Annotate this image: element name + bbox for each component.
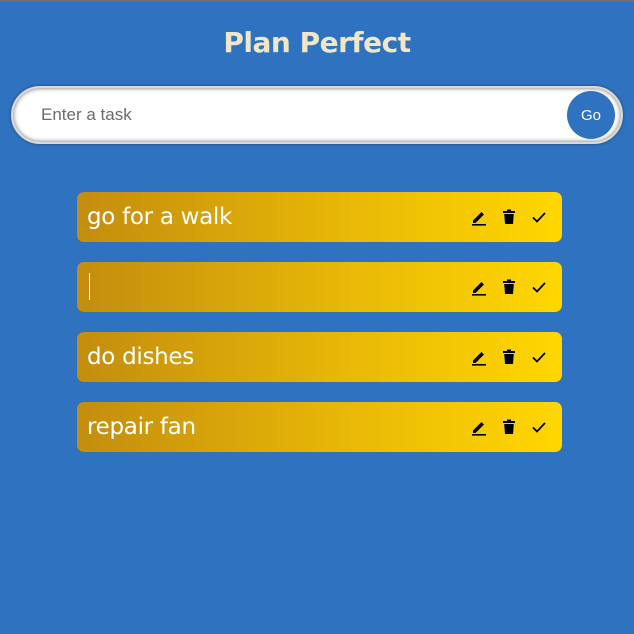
task-text[interactable]: do dishes [87,342,194,372]
pencil-icon[interactable] [470,278,488,296]
task-text[interactable]: repair fan [87,412,196,442]
task-actions [470,415,548,439]
go-button[interactable]: Go [567,91,615,139]
task-item-editing [77,262,562,312]
task-item: go for a walk [77,192,562,242]
window-top-border [0,0,634,2]
trash-icon[interactable] [500,278,518,296]
pencil-icon[interactable] [470,348,488,366]
check-icon[interactable] [530,348,548,366]
task-text[interactable]: go for a walk [87,202,232,232]
check-icon[interactable] [530,418,548,436]
task-list: go for a walk do dishes repair fan [77,192,562,472]
task-input[interactable] [33,96,569,134]
task-actions [470,275,548,299]
app-title: Plan Perfect [223,26,411,59]
task-actions [470,345,548,369]
task-item: do dishes [77,332,562,382]
task-actions [470,205,548,229]
task-item: repair fan [77,402,562,452]
trash-icon[interactable] [500,348,518,366]
text-cursor [89,273,90,300]
trash-icon[interactable] [500,418,518,436]
add-task-form: Go [11,86,623,144]
trash-icon[interactable] [500,208,518,226]
pencil-icon[interactable] [470,208,488,226]
check-icon[interactable] [530,208,548,226]
check-icon[interactable] [530,278,548,296]
pencil-icon[interactable] [470,418,488,436]
